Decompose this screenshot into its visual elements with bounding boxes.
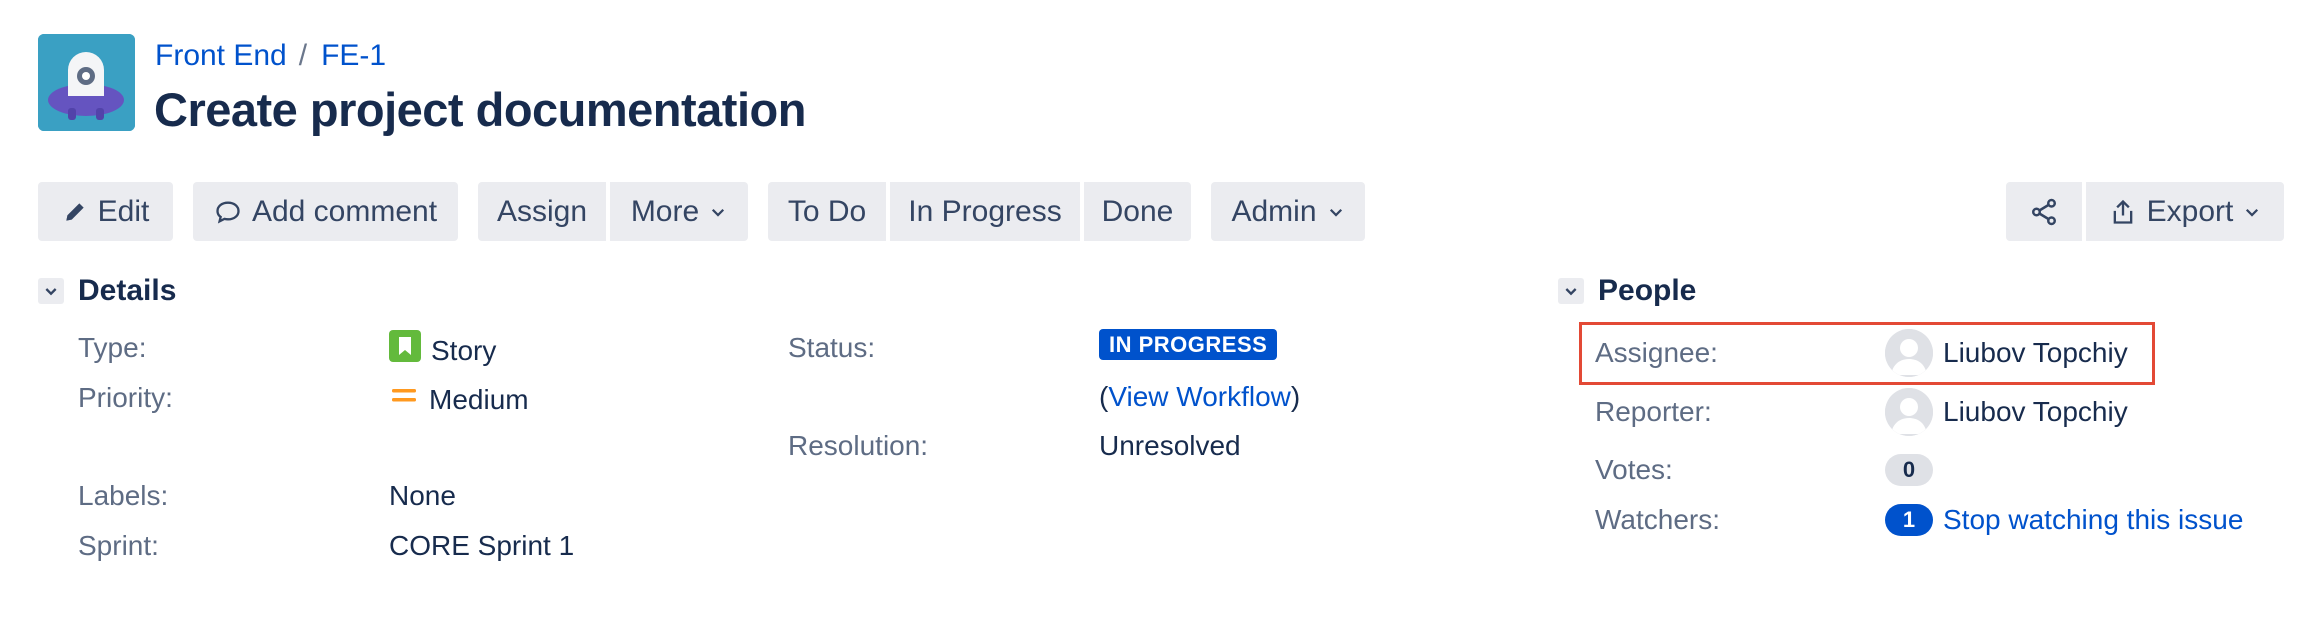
type-value-text: Story — [431, 334, 497, 366]
breadcrumb-issue-key-link[interactable]: FE-1 — [321, 39, 386, 72]
priority-value: Medium — [389, 380, 529, 419]
export-button-label: Export — [2146, 194, 2234, 228]
add-comment-button[interactable]: Add comment — [193, 182, 458, 241]
transition-in-progress-button[interactable]: In Progress — [890, 182, 1080, 241]
labels-value: None — [389, 480, 456, 511]
resolution-label: Resolution: — [788, 430, 929, 461]
people-heading: People — [1598, 274, 1697, 307]
assignee-name: Liubov Topchiy — [1943, 337, 2128, 368]
sprint-value[interactable]: CORE Sprint 1 — [389, 528, 574, 564]
workflow-paren-open: ( — [1099, 381, 1109, 412]
people-section-header[interactable]: People — [1558, 274, 1696, 308]
comment-icon — [214, 198, 242, 226]
type-value: Story — [389, 330, 496, 371]
chevron-down-icon — [2243, 203, 2261, 221]
project-avatar-icon[interactable] — [38, 34, 135, 131]
status-badge: IN PROGRESS — [1099, 329, 1278, 360]
story-icon — [389, 330, 421, 371]
details-section-header[interactable]: Details — [38, 274, 176, 308]
breadcrumb: Front End / FE-1 — [155, 36, 386, 76]
priority-medium-icon — [389, 380, 419, 419]
chevron-down-icon[interactable] — [1558, 278, 1584, 304]
watchers-label: Watchers: — [1595, 504, 1720, 535]
admin-button-label: Admin — [1231, 194, 1317, 228]
view-workflow: (View Workflow) — [1099, 379, 1300, 415]
details-heading: Details — [78, 274, 177, 307]
chevron-down-icon — [709, 203, 727, 221]
status-label: Status: — [788, 332, 876, 363]
export-icon — [2109, 197, 2137, 227]
assign-button[interactable]: Assign — [478, 182, 606, 241]
votes-badge: 0 — [1885, 454, 1933, 486]
watchers-badge[interactable]: 1 — [1885, 504, 1933, 536]
reporter-name: Liubov Topchiy — [1943, 396, 2128, 427]
view-workflow-link[interactable]: View Workflow — [1108, 379, 1291, 415]
watchers-value: 1 Stop watching this issue — [1885, 502, 2243, 538]
votes-label: Votes: — [1595, 454, 1673, 485]
pencil-icon — [62, 199, 88, 225]
done-button-label: Done — [1101, 194, 1174, 228]
add-comment-button-label: Add comment — [251, 194, 438, 228]
assignee-value[interactable]: Liubov Topchiy — [1885, 329, 2128, 377]
user-avatar-icon — [1885, 329, 1933, 377]
chevron-down-icon — [1327, 203, 1345, 221]
breadcrumb-separator: / — [298, 39, 308, 72]
status-lozenge: IN PROGRESS — [1099, 329, 1278, 360]
workflow-paren-close: ) — [1290, 381, 1301, 412]
user-avatar-icon — [1885, 388, 1933, 436]
more-dropdown-button[interactable]: More — [610, 182, 748, 241]
transition-done-button[interactable]: Done — [1084, 182, 1191, 241]
sprint-label: Sprint: — [78, 530, 159, 561]
edit-button[interactable]: Edit — [38, 182, 173, 241]
priority-value-text: Medium — [429, 383, 529, 415]
stop-watching-link[interactable]: Stop watching this issue — [1943, 502, 2243, 538]
export-dropdown-button[interactable]: Export — [2086, 182, 2284, 241]
priority-label: Priority: — [78, 382, 173, 413]
admin-dropdown-button[interactable]: Admin — [1211, 182, 1365, 241]
breadcrumb-project-link[interactable]: Front End — [155, 39, 287, 72]
share-button[interactable] — [2006, 182, 2082, 241]
assign-button-label: Assign — [496, 194, 588, 228]
assignee-label: Assignee: — [1595, 337, 1718, 368]
chevron-down-icon[interactable] — [38, 278, 64, 304]
transition-to-do-button[interactable]: To Do — [768, 182, 886, 241]
edit-button-label: Edit — [97, 194, 150, 228]
share-icon — [2029, 197, 2059, 227]
more-button-label: More — [630, 194, 700, 228]
page-title[interactable]: Create project documentation — [154, 82, 806, 138]
reporter-value[interactable]: Liubov Topchiy — [1885, 388, 2128, 436]
votes-count[interactable]: 0 — [1885, 454, 1933, 486]
type-label: Type: — [78, 332, 147, 363]
resolution-value: Unresolved — [1099, 430, 1241, 461]
to-do-button-label: To Do — [787, 194, 867, 228]
in-progress-button-label: In Progress — [908, 194, 1062, 228]
labels-label: Labels: — [78, 480, 169, 511]
reporter-label: Reporter: — [1595, 396, 1712, 427]
